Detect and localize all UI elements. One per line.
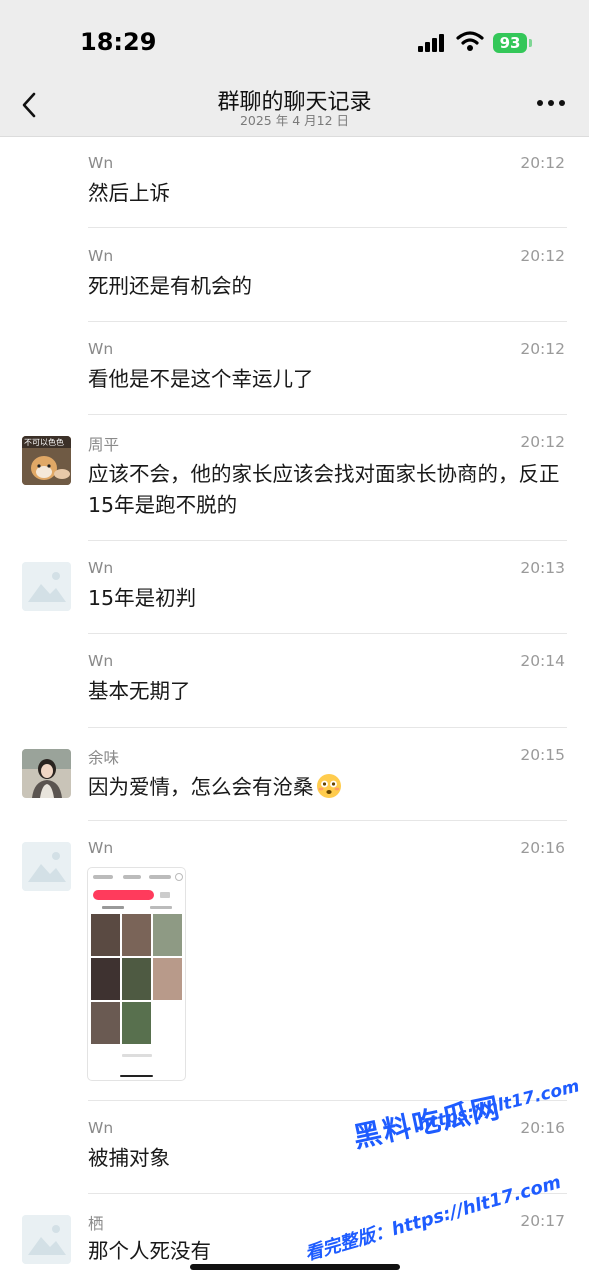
screenshot-count-label <box>150 906 172 909</box>
image-attachment[interactable] <box>87 867 186 1081</box>
message-time: 20:13 <box>520 559 565 577</box>
sender-name: Wn <box>88 559 114 577</box>
avatar[interactable] <box>22 562 71 611</box>
chat-record-item: Wn 20:14 基本无期了 <box>0 634 589 728</box>
message-time: 20:12 <box>520 247 565 265</box>
sender-name: Wn <box>88 652 114 670</box>
cellular-signal-icon <box>418 34 446 52</box>
screenshot-red-button <box>93 890 154 900</box>
message-text[interactable]: 15年是初判 <box>88 583 568 614</box>
message-text[interactable]: 那个人死没有 <box>88 1236 568 1267</box>
status-time: 18:29 <box>80 28 157 56</box>
message-text[interactable]: 然后上诉 <box>88 178 568 209</box>
chat-record-item: Wn 20:13 15年是初判 <box>0 541 589 634</box>
sender-name: 栖 <box>88 1215 104 1233</box>
sender-name: 余味 <box>88 749 120 767</box>
flushed-face-emoji-icon <box>316 774 341 798</box>
message-text[interactable]: 应该不会，他的家长应该会找对面家长协商的，反正15年是跑不脱的 <box>88 459 568 521</box>
navigation-bar: 18:29 93 群聊的聊天记录 2025 年 4 月12 日 <box>0 0 589 137</box>
message-time: 20:12 <box>520 433 565 451</box>
message-time: 20:14 <box>520 652 565 670</box>
message-time: 20:12 <box>520 340 565 358</box>
message-text[interactable]: 被捕对象 <box>88 1143 568 1174</box>
message-time: 20:17 <box>520 1212 565 1230</box>
screenshot-filter-icon <box>160 892 170 898</box>
message-text[interactable]: 死刑还是有机会的 <box>88 271 568 302</box>
battery-cap <box>529 39 532 47</box>
screenshot-footer-text <box>122 1054 152 1057</box>
message-text[interactable]: 看他是不是这个幸运儿了 <box>88 364 568 395</box>
sender-name: Wn <box>88 340 114 358</box>
wifi-icon <box>456 31 484 51</box>
battery-level: 93 <box>493 33 527 53</box>
sender-name: Wn <box>88 839 114 857</box>
screenshot-sort-label <box>102 906 124 909</box>
sender-name: 周平 <box>88 436 120 454</box>
chat-record-item: Wn 20:12 看他是不是这个幸运儿了 <box>0 322 589 415</box>
chat-record-item: Wn 20:12 然后上诉 <box>0 136 589 228</box>
avatar[interactable] <box>22 749 71 798</box>
page-date: 2025 年 4 月12 日 <box>239 113 350 128</box>
message-text-content: 因为爱情，怎么会有沧桑 <box>88 775 314 799</box>
sender-name: Wn <box>88 247 114 265</box>
placeholder-image-icon <box>22 842 71 891</box>
avatar[interactable] <box>22 842 71 891</box>
message-time: 20:12 <box>520 154 565 172</box>
placeholder-image-icon <box>22 562 71 611</box>
avatar[interactable]: 不可以色色 <box>22 436 71 485</box>
message-time: 20:15 <box>520 746 565 764</box>
sender-name: Wn <box>88 154 114 172</box>
home-indicator[interactable] <box>190 1264 400 1270</box>
more-options-icon[interactable] <box>537 100 565 108</box>
message-time: 20:16 <box>520 1119 565 1137</box>
placeholder-image-icon <box>22 1215 71 1264</box>
avatar-caption: 不可以色色 <box>24 438 64 447</box>
message-text[interactable]: 因为爱情，怎么会有沧桑 <box>88 772 568 803</box>
chat-record-item: 不可以色色 周平 20:12 应该不会，他的家长应该会找对面家长协商的，反正15… <box>0 415 589 541</box>
message-time: 20:16 <box>520 839 565 857</box>
screenshot-home-indicator <box>120 1075 153 1077</box>
chat-record-item: Wn 20:12 死刑还是有机会的 <box>0 229 589 322</box>
sender-name: Wn <box>88 1119 114 1137</box>
chat-record-item: 余味 20:15 因为爱情，怎么会有沧桑 <box>0 728 589 821</box>
chat-record-item: Wn 20:16 被捕对象 <box>0 1101 589 1194</box>
divider <box>88 227 567 228</box>
person-avatar-image <box>22 749 71 798</box>
message-text[interactable]: 基本无期了 <box>88 676 568 707</box>
avatar[interactable] <box>22 1215 71 1264</box>
screenshot-top-row <box>93 873 183 883</box>
